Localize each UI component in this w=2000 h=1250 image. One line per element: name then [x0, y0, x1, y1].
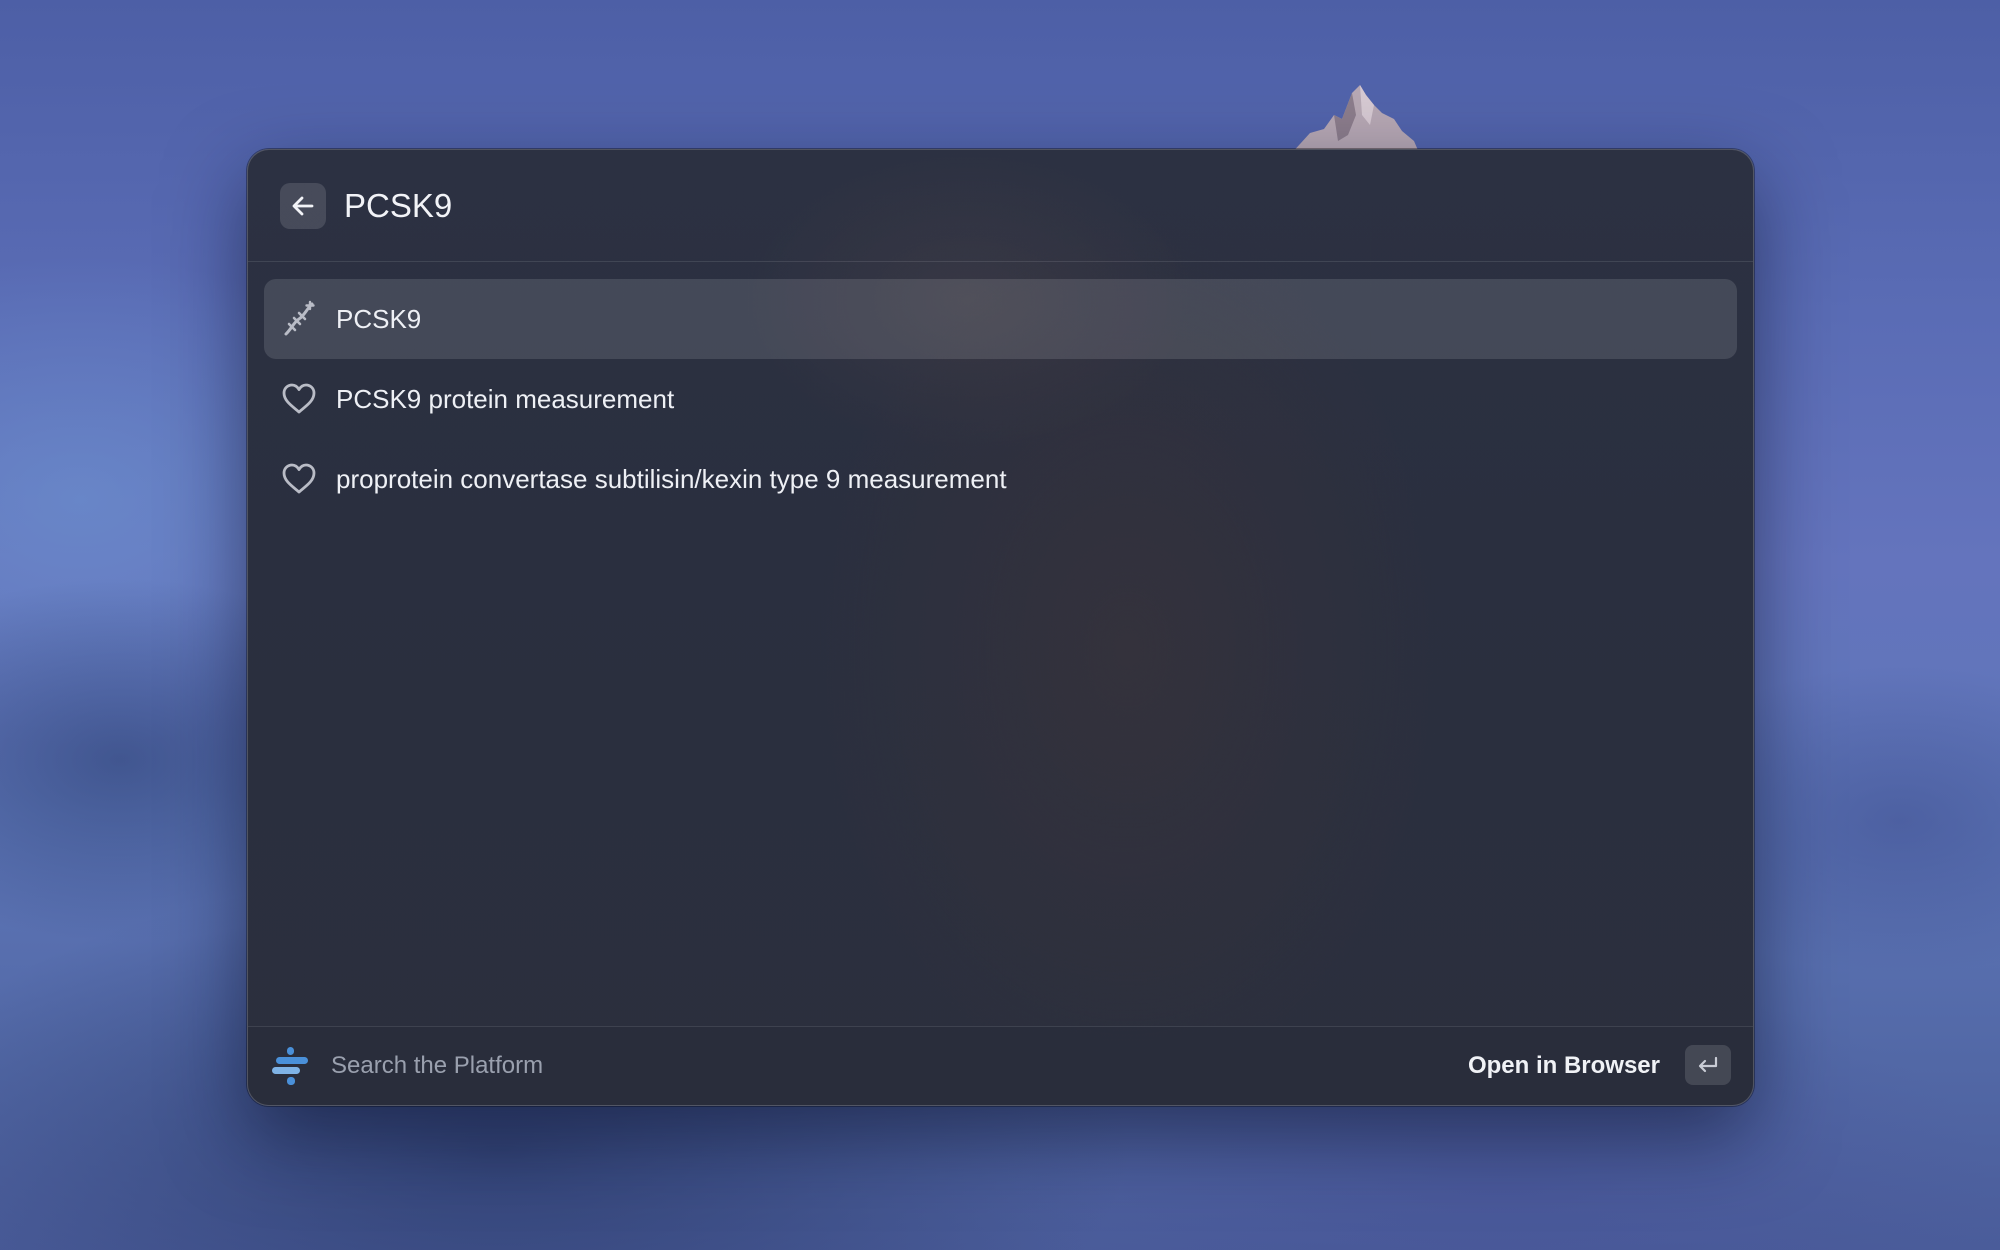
result-label: PCSK9	[336, 304, 422, 334]
command-palette-window: PCSK9 PCSK9 protein measurement proprote…	[247, 149, 1754, 1106]
results-list: PCSK9 PCSK9 protein measurement proprote…	[264, 279, 1737, 519]
heart-icon	[280, 380, 318, 418]
heart-icon	[280, 460, 318, 498]
result-item-pcsk9-protein-measurement[interactable]: PCSK9 protein measurement	[264, 359, 1737, 439]
platform-logo-icon	[272, 1047, 308, 1085]
footer-bar: Search the Platform Open in Browser	[248, 1026, 1753, 1105]
result-label: PCSK9 protein measurement	[336, 384, 675, 414]
dna-icon	[280, 300, 318, 338]
enter-key-button[interactable]	[1685, 1045, 1731, 1085]
search-input[interactable]	[344, 176, 1724, 236]
arrow-left-icon	[292, 196, 314, 216]
footer-hint: Search the Platform	[331, 1052, 544, 1079]
open-in-browser-button[interactable]: Open in Browser	[1468, 1027, 1660, 1105]
mountain-peak-decoration	[1290, 85, 1420, 155]
return-key-icon	[1698, 1056, 1718, 1073]
result-item-pcsk9[interactable]: PCSK9	[264, 279, 1737, 359]
back-button[interactable]	[280, 183, 326, 229]
result-label: proprotein convertase subtilisin/kexin t…	[336, 464, 1007, 494]
result-item-proprotein-convertase-measurement[interactable]: proprotein convertase subtilisin/kexin t…	[264, 439, 1737, 519]
search-bar	[248, 150, 1753, 262]
